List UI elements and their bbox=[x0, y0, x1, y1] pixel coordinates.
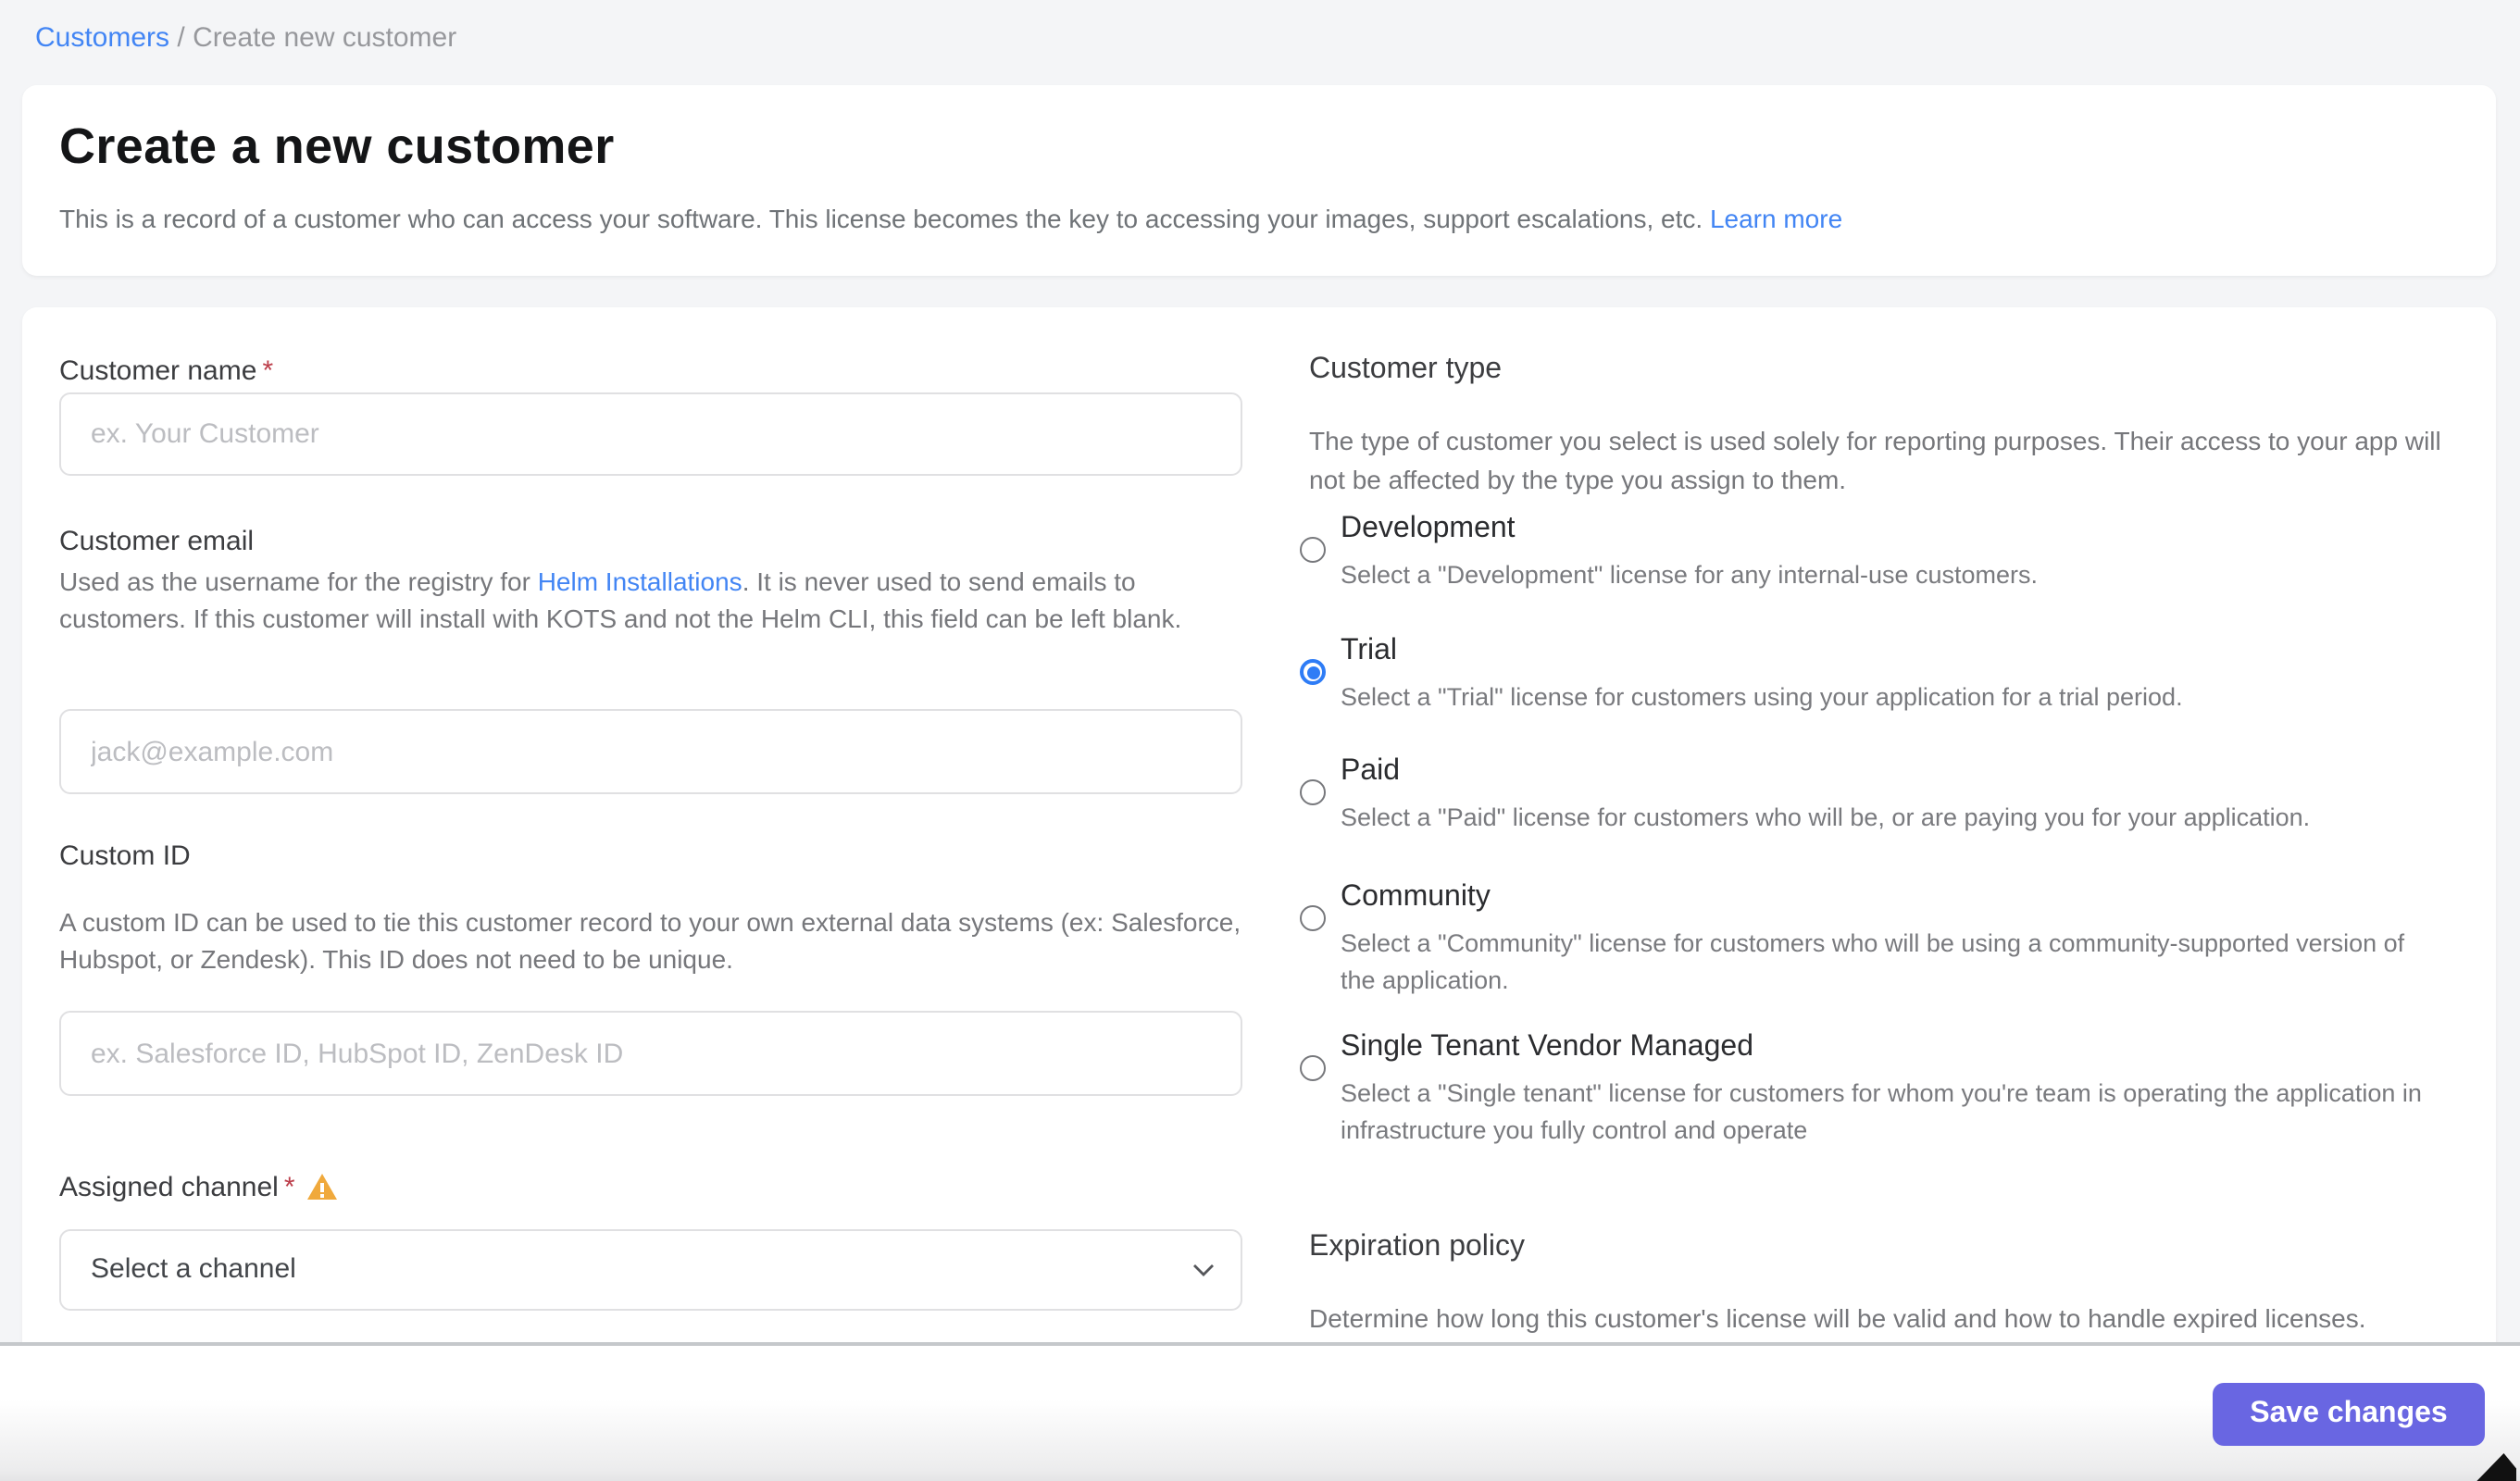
radio-icon[interactable] bbox=[1300, 1055, 1326, 1081]
page-title: Create a new customer bbox=[59, 118, 615, 176]
radio-option-label: Community bbox=[1341, 879, 2424, 916]
customer-type-description: The type of customer you select is used … bbox=[1309, 422, 2457, 500]
custom-id-label: Custom ID bbox=[59, 840, 191, 872]
assigned-channel-label-text: Assigned channel bbox=[59, 1172, 279, 1203]
chevron-down-icon bbox=[1192, 1263, 1215, 1277]
customer-name-label: Customer name* bbox=[59, 355, 273, 387]
assigned-channel-label: Assigned channel* bbox=[59, 1172, 338, 1203]
warning-icon bbox=[308, 1174, 338, 1200]
radio-icon[interactable] bbox=[1300, 537, 1326, 563]
breadcrumb-separator: / bbox=[169, 22, 193, 54]
customer-email-label: Customer email bbox=[59, 526, 254, 557]
radio-option-description: Select a "Single tenant" license for cus… bbox=[1341, 1076, 2424, 1148]
expiration-policy-description: Determine how long this customer's licen… bbox=[1309, 1300, 2457, 1338]
helm-installations-link[interactable]: Helm Installations bbox=[538, 566, 742, 596]
learn-more-link[interactable]: Learn more bbox=[1710, 204, 1842, 233]
customer-email-help: Used as the username for the registry fo… bbox=[59, 563, 1254, 637]
radio-option-label: Development bbox=[1341, 511, 2038, 548]
required-asterisk: * bbox=[284, 1172, 295, 1203]
radio-option-trial[interactable]: Trial Select a "Trial" license for custo… bbox=[1300, 633, 2183, 716]
breadcrumb-current: Create new customer bbox=[193, 22, 456, 54]
create-customer-form-card: Customer name* Customer email Used as th… bbox=[22, 307, 2496, 1344]
form-left-column: Customer name* Customer email Used as th… bbox=[59, 307, 1244, 1344]
form-right-column: Customer type The type of customer you s… bbox=[1309, 307, 2466, 1344]
radio-option-paid[interactable]: Paid Select a "Paid" license for custome… bbox=[1300, 753, 2310, 836]
customer-name-label-text: Customer name bbox=[59, 355, 256, 387]
radio-option-description: Select a "Trial" license for customers u… bbox=[1341, 679, 2183, 716]
radio-option-description: Select a "Development" license for any i… bbox=[1341, 557, 2038, 593]
radio-option-development[interactable]: Development Select a "Development" licen… bbox=[1300, 511, 2038, 593]
page: Customers / Create new customer Create a… bbox=[0, 0, 2520, 1481]
expiration-policy-heading: Expiration policy bbox=[1309, 1231, 1525, 1264]
radio-option-label: Paid bbox=[1341, 753, 2310, 790]
radio-option-description: Select a "Community" license for custome… bbox=[1341, 926, 2424, 998]
page-header-card: Create a new customer This is a record o… bbox=[22, 85, 2496, 276]
custom-id-input[interactable] bbox=[59, 1011, 1242, 1096]
breadcrumb-link-customers[interactable]: Customers bbox=[35, 22, 169, 54]
save-footer: Save changes bbox=[0, 1342, 2520, 1481]
breadcrumb: Customers / Create new customer bbox=[35, 22, 456, 54]
custom-id-label-text: Custom ID bbox=[59, 840, 191, 872]
customer-name-input[interactable] bbox=[59, 392, 1242, 476]
radio-icon[interactable] bbox=[1300, 905, 1326, 931]
radio-option-label: Single Tenant Vendor Managed bbox=[1341, 1029, 2424, 1066]
assigned-channel-select[interactable]: Select a channel bbox=[59, 1229, 1242, 1311]
page-description: This is a record of a customer who can a… bbox=[59, 204, 1842, 233]
radio-option-single-tenant[interactable]: Single Tenant Vendor Managed Select a "S… bbox=[1300, 1029, 2424, 1148]
customer-email-input[interactable] bbox=[59, 709, 1242, 794]
radio-option-label: Trial bbox=[1341, 633, 2183, 670]
assigned-channel-selected-value: Select a channel bbox=[91, 1253, 296, 1285]
radio-icon[interactable] bbox=[1300, 659, 1326, 685]
required-asterisk: * bbox=[262, 355, 273, 387]
radio-icon[interactable] bbox=[1300, 779, 1326, 805]
customer-type-heading: Customer type bbox=[1309, 354, 1502, 387]
radio-option-community[interactable]: Community Select a "Community" license f… bbox=[1300, 879, 2424, 998]
customer-email-help-text: Used as the username for the registry fo… bbox=[59, 566, 538, 596]
page-description-text: This is a record of a customer who can a… bbox=[59, 204, 1710, 233]
save-button[interactable]: Save changes bbox=[2213, 1383, 2485, 1446]
custom-id-help: A custom ID can be used to tie this cust… bbox=[59, 903, 1254, 977]
customer-email-label-text: Customer email bbox=[59, 526, 254, 557]
radio-option-description: Select a "Paid" license for customers wh… bbox=[1341, 800, 2310, 836]
